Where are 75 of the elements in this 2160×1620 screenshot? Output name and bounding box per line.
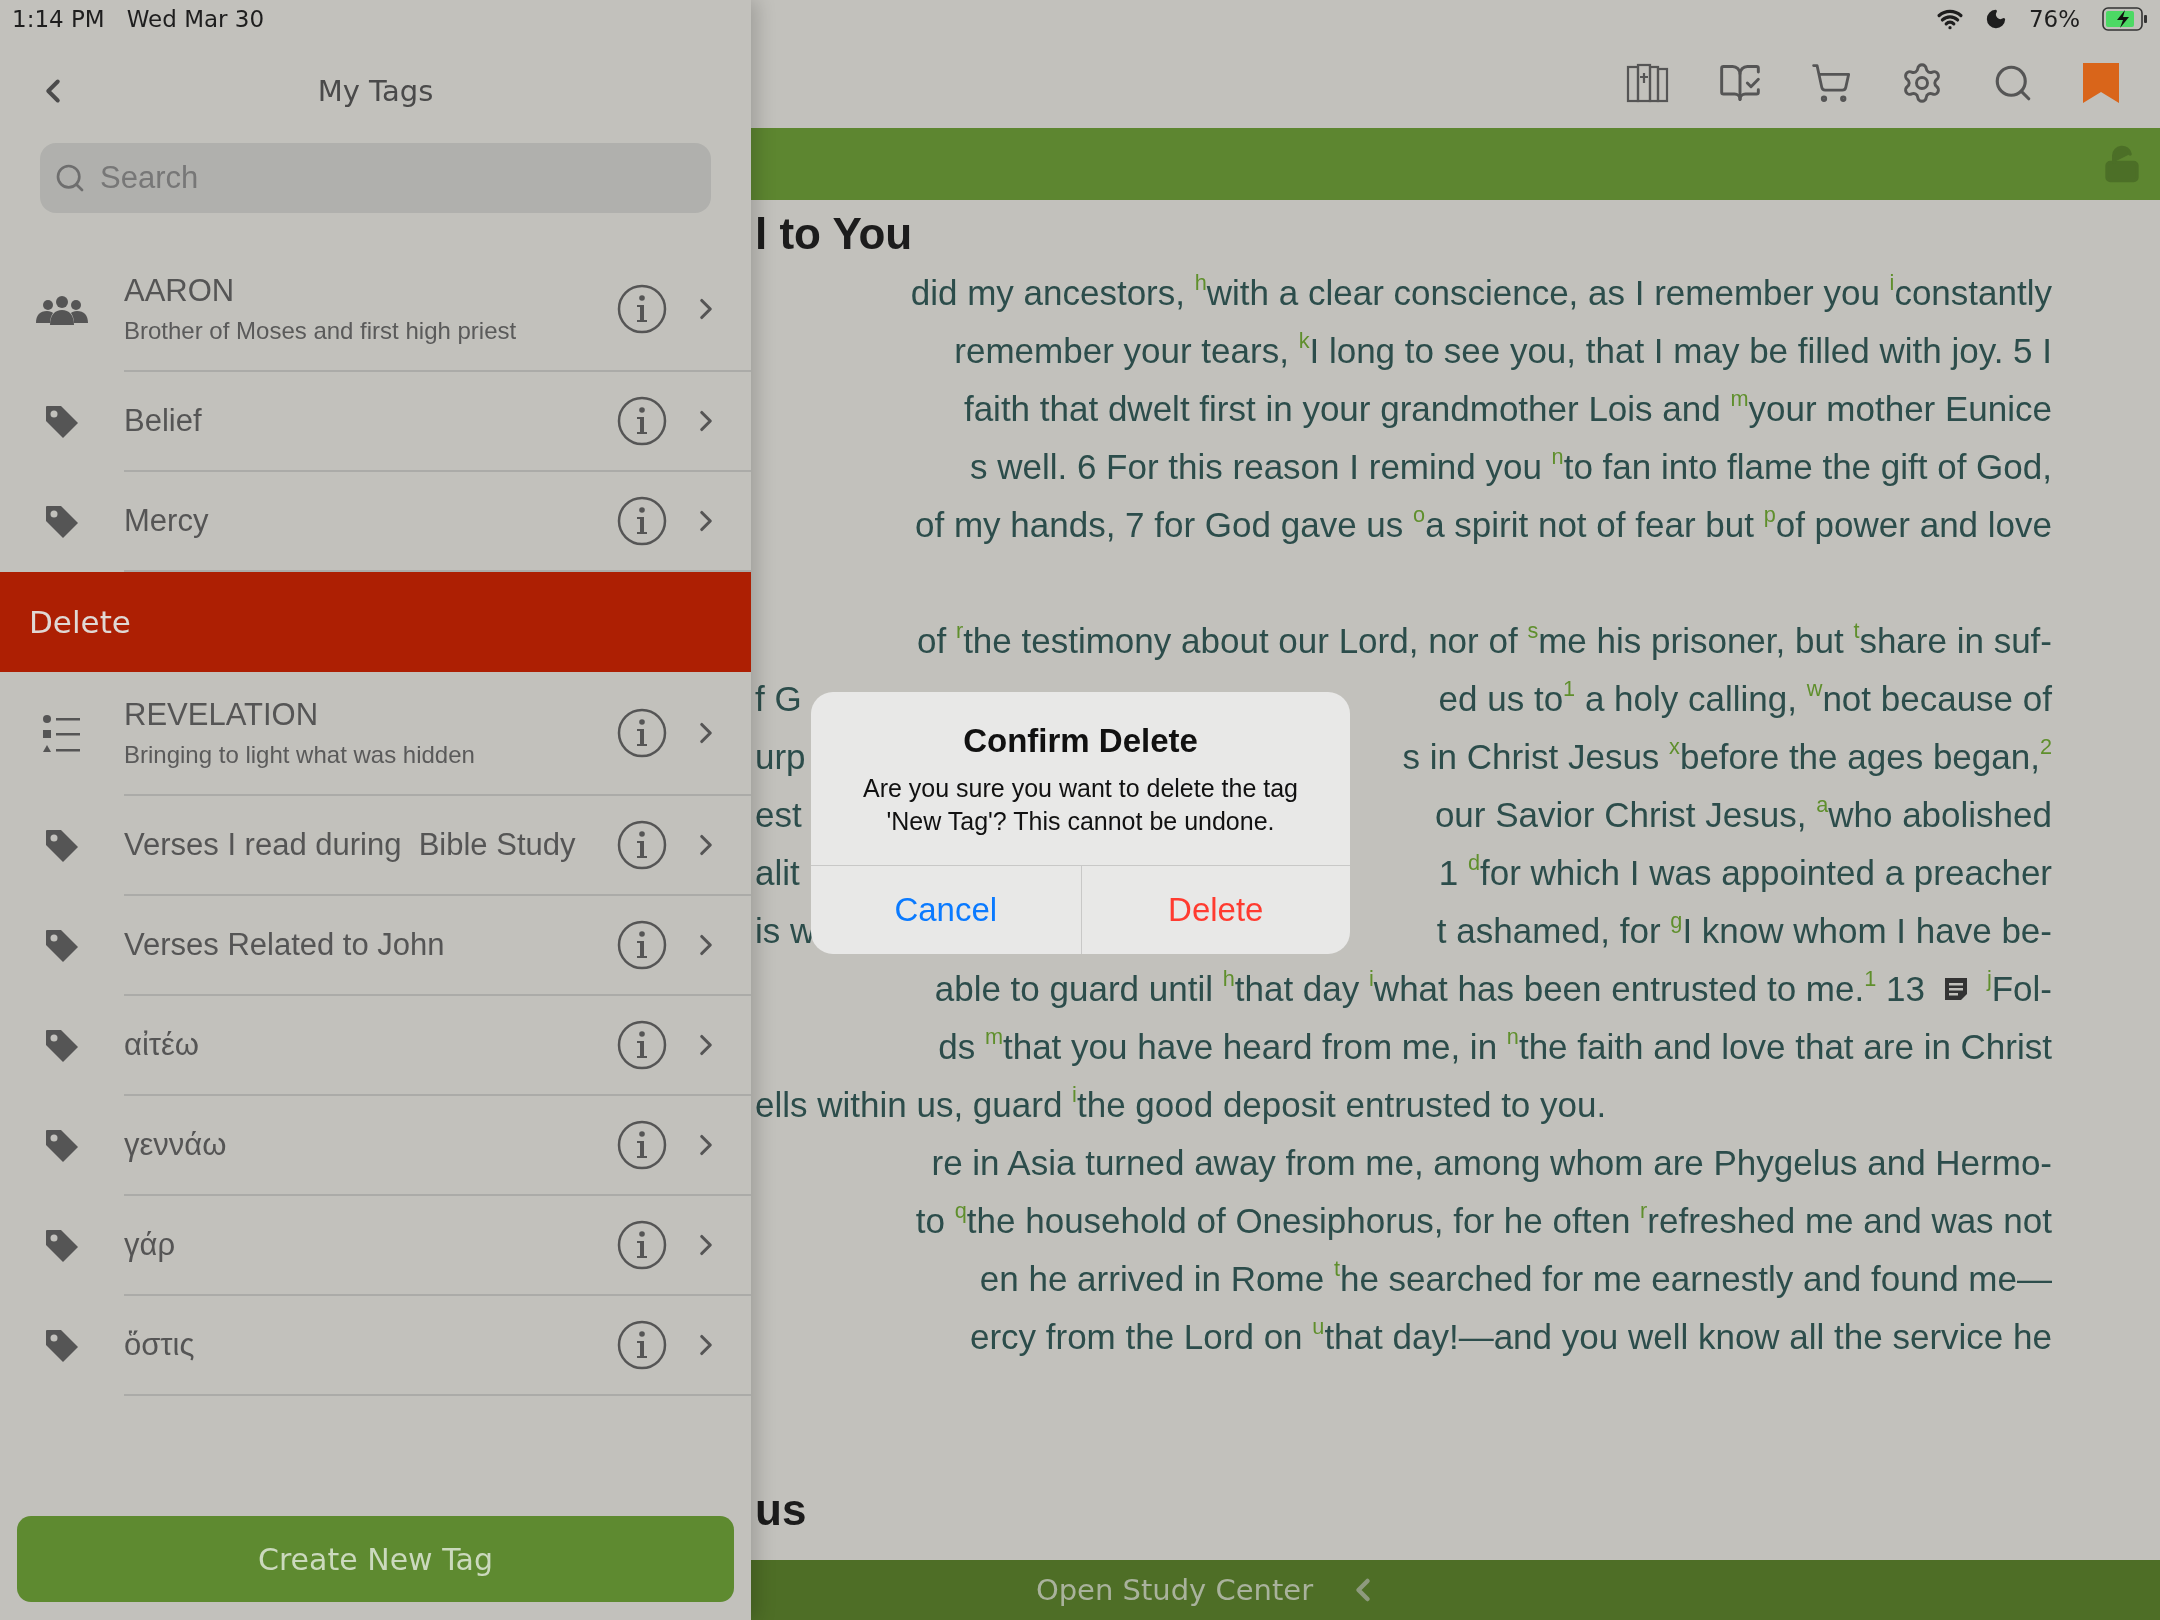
scripture-text: faith that dwelt first in your grandmother Lois and $^{m}$your mother Eunice	[963, 384, 2052, 430]
tag-name[interactable]: γάρ	[124, 1227, 617, 1263]
tag-name[interactable]: αἰτέω	[124, 1027, 617, 1063]
tag-icon	[44, 828, 80, 864]
tag-name[interactable]: ὅστις	[124, 1327, 617, 1363]
sidebar-title: My Tags	[317, 73, 434, 108]
note-icon[interactable]	[1942, 976, 1969, 1002]
scripture-text: ercy from the Lord on $^{u}$that day!—and you well know all the service he	[969, 1312, 2052, 1358]
scripture-text: to $^{q}$the household of Onesiphorus, for he often $^{r}$refreshed me and was not	[915, 1196, 2052, 1242]
scripture-text: 1 $^{d}$for which I was appointed a preacher	[1438, 848, 2052, 894]
tag-description: Bringing to light what was hidden	[124, 741, 476, 769]
tag-name[interactable]: AARON	[124, 273, 617, 309]
dialog-title: Confirm Delete	[962, 721, 1199, 760]
tag-name[interactable]: Mercy	[124, 503, 617, 539]
status-date: Wed Mar 30	[126, 6, 265, 32]
scripture-text: alit	[755, 852, 800, 894]
info-icon[interactable]	[617, 284, 667, 334]
scripture-text: ds $^{m}$that you have heard from me, in $^{n}$the faith and love that are in Christ	[938, 1022, 2052, 1068]
tag-description: Brother of Moses and first high priest	[124, 317, 518, 345]
scripture-text: s in Christ Jesus $^{x}$before the ages began,$^{2}$	[1402, 732, 2052, 778]
tag-icon	[44, 1028, 80, 1064]
dialog-message: Are you sure you want to delete the tag 'New Tag'? This cannot be undone.	[862, 773, 1299, 837]
info-icon[interactable]	[617, 1020, 667, 1070]
scripture-text: our Savior Christ Jesus, $^{a}$who abolished	[1434, 790, 2052, 836]
tag-icon	[44, 928, 80, 964]
info-icon[interactable]	[617, 820, 667, 870]
tag-name[interactable]: γεννάω	[124, 1127, 617, 1163]
scripture-text: ells within us, guard $^{i}$the good deposit entrusted to you.	[755, 1080, 1607, 1126]
info-icon[interactable]	[617, 396, 667, 446]
tag-icon	[44, 504, 80, 540]
tag-name[interactable]: Verses I read during Bible Study	[124, 827, 617, 863]
info-icon[interactable]	[617, 920, 667, 970]
scripture-text: did my ancestors, $^{h}$with a clear conscience, as I remember you $^{i}$constantly	[910, 268, 2052, 314]
battery-percent: 76%	[2028, 6, 2080, 32]
scripture-text: ed us to$^{1}$ a holy calling, $^{w}$not because of	[1438, 674, 2052, 720]
battery-charging-icon	[2102, 7, 2148, 31]
people-icon	[36, 295, 88, 325]
scripture-text: en he arrived in Rome $^{t}$he searched for me earnestly and found me—	[979, 1254, 2052, 1300]
scripture-text: est	[755, 794, 802, 836]
tag-icon	[44, 1328, 80, 1364]
delete-button[interactable]: Delete	[1080, 866, 1350, 954]
info-icon[interactable]	[617, 708, 667, 758]
create-tag-button[interactable]: Create New Tag	[17, 1516, 734, 1602]
info-icon[interactable]	[617, 1220, 667, 1270]
tag-name[interactable]: Verses Related to John	[124, 927, 617, 963]
tag-name[interactable]: REVELATION	[124, 697, 617, 733]
section-heading: l to You	[755, 208, 914, 260]
scripture-text: of my hands, 7 for God gave us $^{o}$a spirit not of fear but $^{p}$of power and love	[915, 500, 2052, 546]
study-center-button[interactable]: Open Study Center	[1029, 1572, 1320, 1608]
scripture-text: t ashamed, for $^{g}$I know whom I have be-	[1436, 906, 2052, 952]
scripture-text: re in Asia turned away from me, among whom are Phygelus and Hermo-	[931, 1142, 2052, 1184]
scripture-text: remember your tears, $^{k}$I long to see you, that I may be filled with joy. 5 I	[954, 326, 2052, 372]
section-heading: us	[755, 1484, 808, 1536]
info-icon[interactable]	[617, 1120, 667, 1170]
search-icon	[54, 162, 86, 194]
moon-icon	[1984, 8, 2007, 30]
tag-icon	[44, 1128, 80, 1164]
scripture-text: of $^{r}$the testimony about our Lord, nor of $^{s}$me his prisoner, but $^{t}$share in suf-	[917, 616, 2052, 662]
cancel-button[interactable]: Cancel	[811, 866, 1081, 954]
status-time: 1:14 PM	[12, 6, 105, 32]
scripture-text: f G	[755, 678, 802, 720]
scripture-text: able to guard until $^{h}$that day $^{i}$what has been entrusted to me.$^{1}$ 13	[934, 964, 1925, 1010]
scripture-text: $^{j}$Fol-	[1986, 964, 2052, 1010]
tag-icon	[44, 404, 80, 440]
library-icon[interactable]	[1626, 63, 1670, 103]
info-icon[interactable]	[617, 1320, 667, 1370]
tag-name[interactable]: Belief	[124, 403, 617, 439]
delete-button[interactable]: Delete	[0, 572, 751, 672]
scripture-text: urp	[755, 736, 806, 778]
cart-icon[interactable]	[1810, 62, 1852, 104]
scripture-text: s well. 6 For this reason I remind you $^{n}$to fan into flame the gift of God,	[969, 442, 2052, 488]
list-icon	[42, 714, 82, 754]
tag-icon	[44, 1228, 80, 1264]
search-field[interactable]: Search	[40, 143, 711, 213]
info-icon[interactable]	[617, 496, 667, 546]
